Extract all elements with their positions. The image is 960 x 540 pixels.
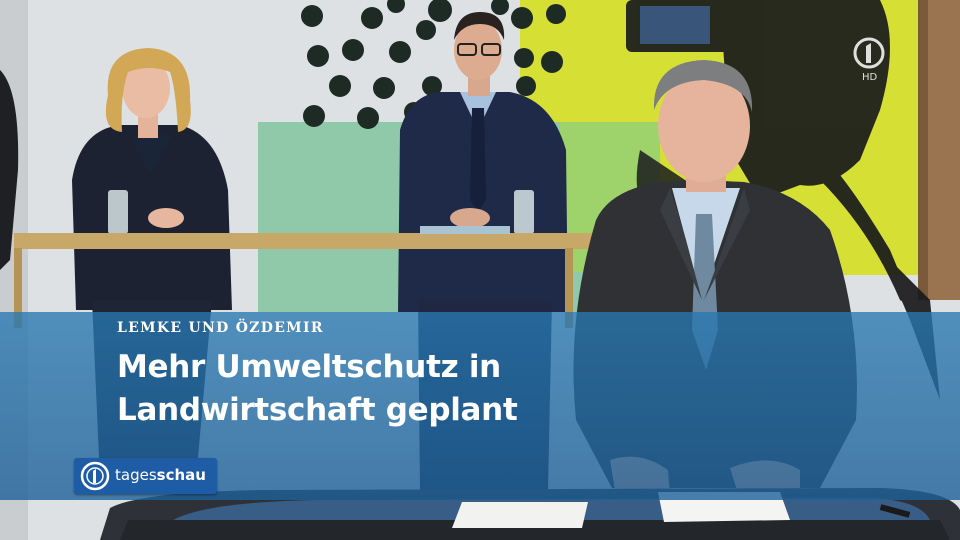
lectern bbox=[14, 233, 594, 249]
headline: Mehr Umweltschutz in Landwirtschaft gepl… bbox=[117, 346, 518, 432]
headline-line-2: Landwirtschaft geplant bbox=[117, 392, 518, 428]
channel-bug: HD bbox=[853, 37, 885, 83]
headline-line-1: Mehr Umweltschutz in bbox=[117, 349, 501, 385]
paper-sheet-left bbox=[452, 502, 588, 528]
tagesschau-logo: tagesschau bbox=[74, 458, 217, 494]
hd-label: HD bbox=[862, 72, 878, 83]
headline-kicker: LEMKE UND ÖZDEMIR bbox=[117, 320, 324, 336]
tagesschau-logo-text: tagesschau bbox=[115, 466, 206, 484]
ard-1-logo-icon bbox=[80, 461, 110, 491]
ard-1-bug-icon bbox=[853, 37, 885, 69]
